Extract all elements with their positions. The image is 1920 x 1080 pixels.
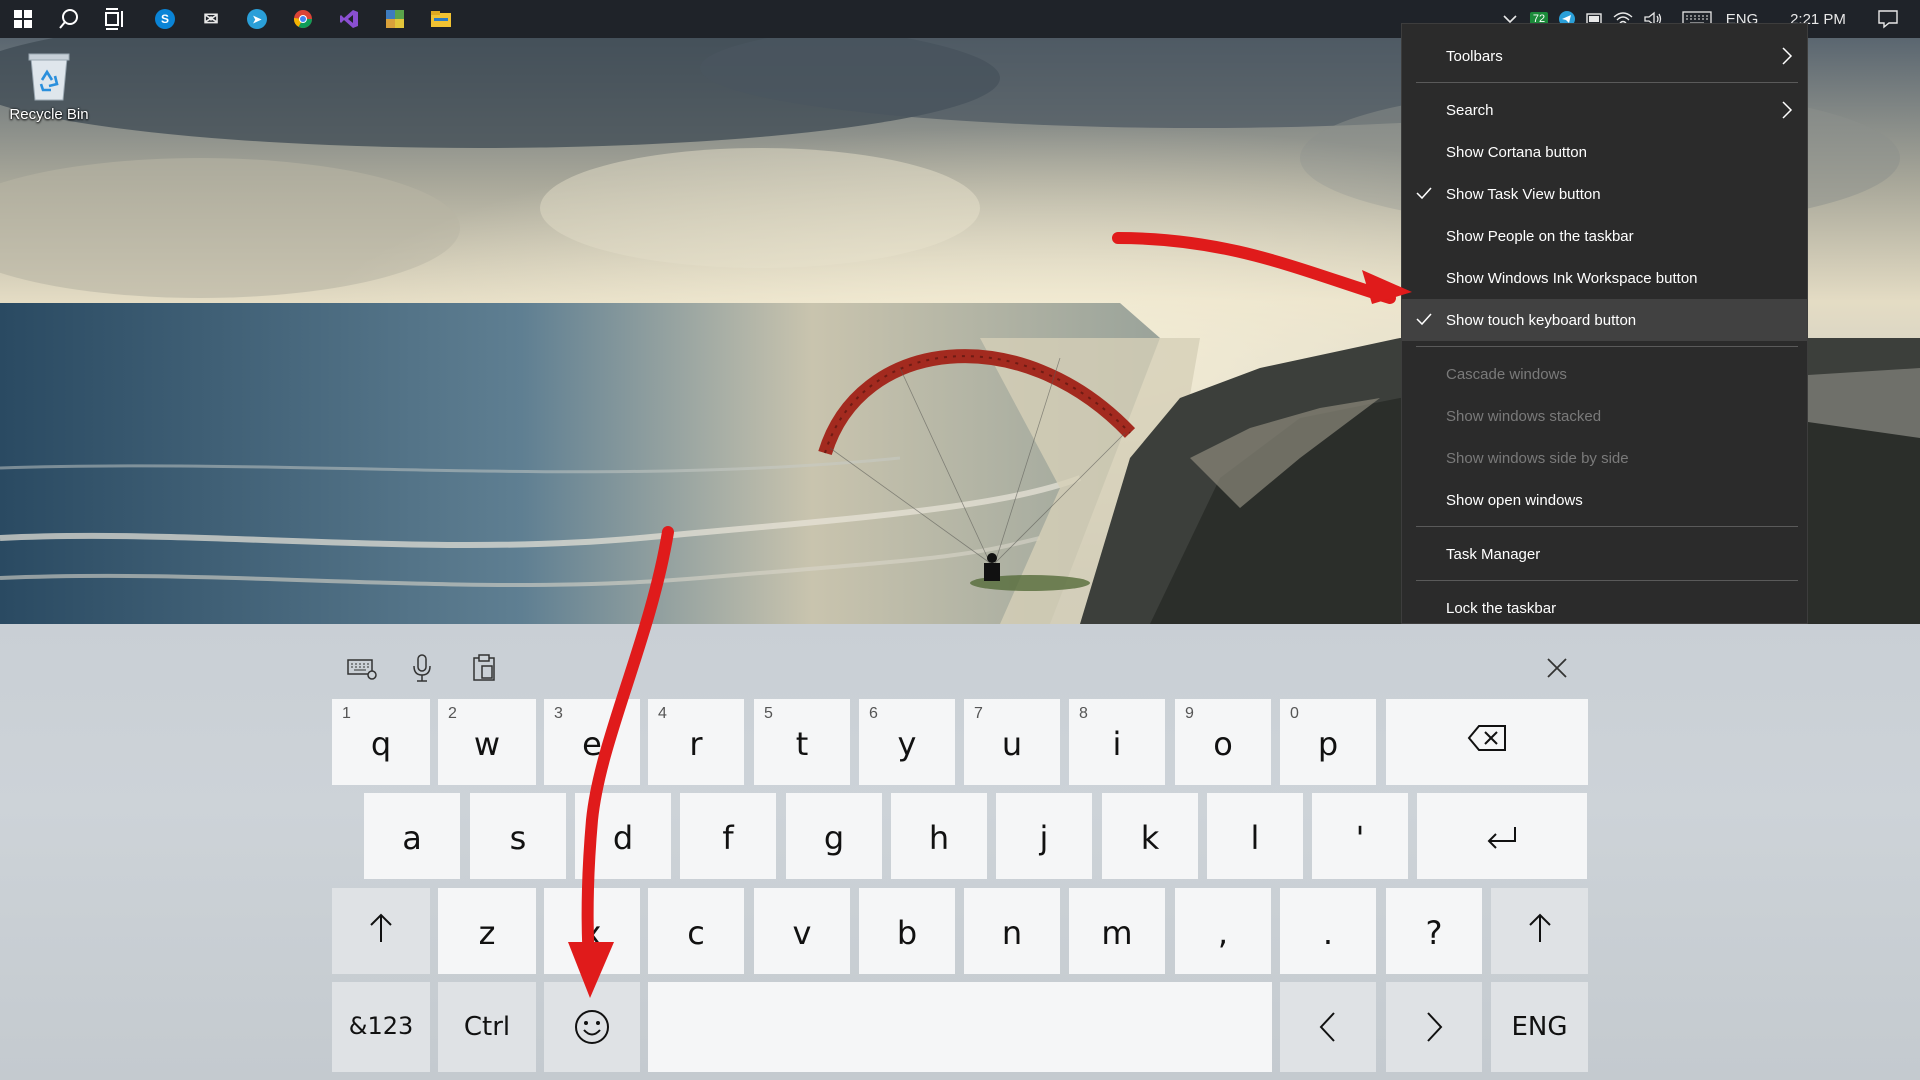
- recycle-bin-label: Recycle Bin: [9, 106, 89, 123]
- emoji-icon: [544, 1008, 640, 1054]
- key-e[interactable]: 3e: [544, 699, 640, 785]
- taskbar-context-menu: Toolbars Search Show Cortana button Show…: [1401, 23, 1808, 624]
- chevron-right-icon: [1781, 46, 1793, 70]
- windows-logo-icon[interactable]: [0, 0, 46, 38]
- menu-item-windows-stacked: Show windows stacked: [1446, 407, 1602, 425]
- shift-arrow-icon: [1491, 912, 1588, 952]
- chevron-left-icon: [1280, 1010, 1376, 1052]
- ctrl-key[interactable]: Ctrl: [438, 982, 536, 1072]
- menu-item-show-ink-workspace[interactable]: Show Windows Ink Workspace button: [1402, 257, 1807, 299]
- menu-item-cascade-windows: Cascade windows: [1446, 365, 1567, 383]
- menu-separator: [1416, 580, 1798, 581]
- menu-item-show-people[interactable]: Show People on the taskbar: [1402, 215, 1807, 257]
- close-icon[interactable]: [1533, 644, 1581, 692]
- space-key[interactable]: [648, 982, 1272, 1072]
- chrome-icon[interactable]: [280, 0, 326, 38]
- shift-key-right[interactable]: [1491, 888, 1588, 974]
- key-period[interactable]: .: [1280, 888, 1376, 974]
- task-view-icon[interactable]: [92, 0, 138, 38]
- key-c[interactable]: c: [648, 888, 744, 974]
- visual-studio-icon[interactable]: [326, 0, 372, 38]
- language-key[interactable]: ENG: [1491, 982, 1588, 1072]
- chevron-right-icon: [1781, 100, 1793, 124]
- key-r[interactable]: 4r: [648, 699, 744, 785]
- file-explorer-icon[interactable]: [418, 0, 464, 38]
- key-b[interactable]: b: [859, 888, 955, 974]
- menu-item-search[interactable]: Search: [1402, 89, 1807, 131]
- key-w[interactable]: 2w: [438, 699, 536, 785]
- chevron-right-icon: [1386, 1010, 1482, 1052]
- menu-separator: [1416, 82, 1798, 83]
- enter-key[interactable]: [1417, 793, 1587, 879]
- telegram-icon[interactable]: ➤: [234, 0, 280, 38]
- key-apostrophe[interactable]: ': [1312, 793, 1408, 879]
- checkmark-icon: [1416, 186, 1432, 204]
- key-k[interactable]: k: [1102, 793, 1198, 879]
- menu-item-show-cortana[interactable]: Show Cortana button: [1402, 131, 1807, 173]
- key-j[interactable]: j: [996, 793, 1092, 879]
- microphone-icon[interactable]: [398, 644, 446, 692]
- symbols-key[interactable]: &123: [332, 982, 430, 1072]
- key-s[interactable]: s: [470, 793, 566, 879]
- backspace-key[interactable]: [1386, 699, 1588, 785]
- enter-icon: [1417, 821, 1587, 859]
- key-d[interactable]: d: [575, 793, 671, 879]
- action-center-icon[interactable]: [1866, 0, 1910, 38]
- skype-icon[interactable]: S: [142, 0, 188, 38]
- python-app-icon[interactable]: [372, 0, 418, 38]
- recycle-bin-icon: [27, 50, 71, 102]
- key-n[interactable]: n: [964, 888, 1060, 974]
- cursor-left-key[interactable]: [1280, 982, 1376, 1072]
- menu-separator: [1416, 526, 1798, 527]
- key-x[interactable]: x: [544, 888, 640, 974]
- key-h[interactable]: h: [891, 793, 987, 879]
- search-icon[interactable]: [46, 0, 92, 38]
- shift-arrow-icon: [332, 912, 430, 952]
- emoji-key[interactable]: [544, 982, 640, 1072]
- checkmark-icon: [1416, 312, 1432, 330]
- key-comma[interactable]: ,: [1175, 888, 1271, 974]
- key-y[interactable]: 6y: [859, 699, 955, 785]
- menu-item-show-touch-keyboard[interactable]: Show touch keyboard button: [1402, 299, 1807, 341]
- key-i[interactable]: 8i: [1069, 699, 1165, 785]
- key-question[interactable]: ?: [1386, 888, 1482, 974]
- key-l[interactable]: l: [1207, 793, 1303, 879]
- key-t[interactable]: 5t: [754, 699, 850, 785]
- mail-icon[interactable]: ✉: [188, 0, 234, 38]
- shift-key-left[interactable]: [332, 888, 430, 974]
- menu-item-task-manager[interactable]: Task Manager: [1402, 533, 1807, 575]
- menu-item-show-open-windows[interactable]: Show open windows: [1402, 479, 1807, 521]
- clipboard-icon[interactable]: [460, 644, 508, 692]
- menu-item-show-task-view[interactable]: Show Task View button: [1402, 173, 1807, 215]
- key-p[interactable]: 0p: [1280, 699, 1376, 785]
- key-z[interactable]: z: [438, 888, 536, 974]
- cursor-right-key[interactable]: [1386, 982, 1482, 1072]
- menu-item-lock-taskbar[interactable]: Lock the taskbar: [1402, 587, 1807, 629]
- key-q[interactable]: 1q: [332, 699, 430, 785]
- menu-separator: [1416, 346, 1798, 347]
- key-v[interactable]: v: [754, 888, 850, 974]
- keyboard-settings-icon[interactable]: [338, 644, 386, 692]
- key-m[interactable]: m: [1069, 888, 1165, 974]
- touch-keyboard: 1q 2w 3e 4r 5t 6y 7u 8i 9o 0p a s d f g …: [0, 624, 1920, 1080]
- key-g[interactable]: g: [786, 793, 882, 879]
- menu-item-toolbars[interactable]: Toolbars: [1402, 35, 1807, 77]
- menu-item-windows-side-by-side: Show windows side by side: [1446, 449, 1629, 467]
- key-f[interactable]: f: [680, 793, 776, 879]
- backspace-icon: [1386, 723, 1588, 761]
- key-u[interactable]: 7u: [964, 699, 1060, 785]
- key-a[interactable]: a: [364, 793, 460, 879]
- recycle-bin[interactable]: Recycle Bin: [6, 46, 92, 136]
- key-o[interactable]: 9o: [1175, 699, 1271, 785]
